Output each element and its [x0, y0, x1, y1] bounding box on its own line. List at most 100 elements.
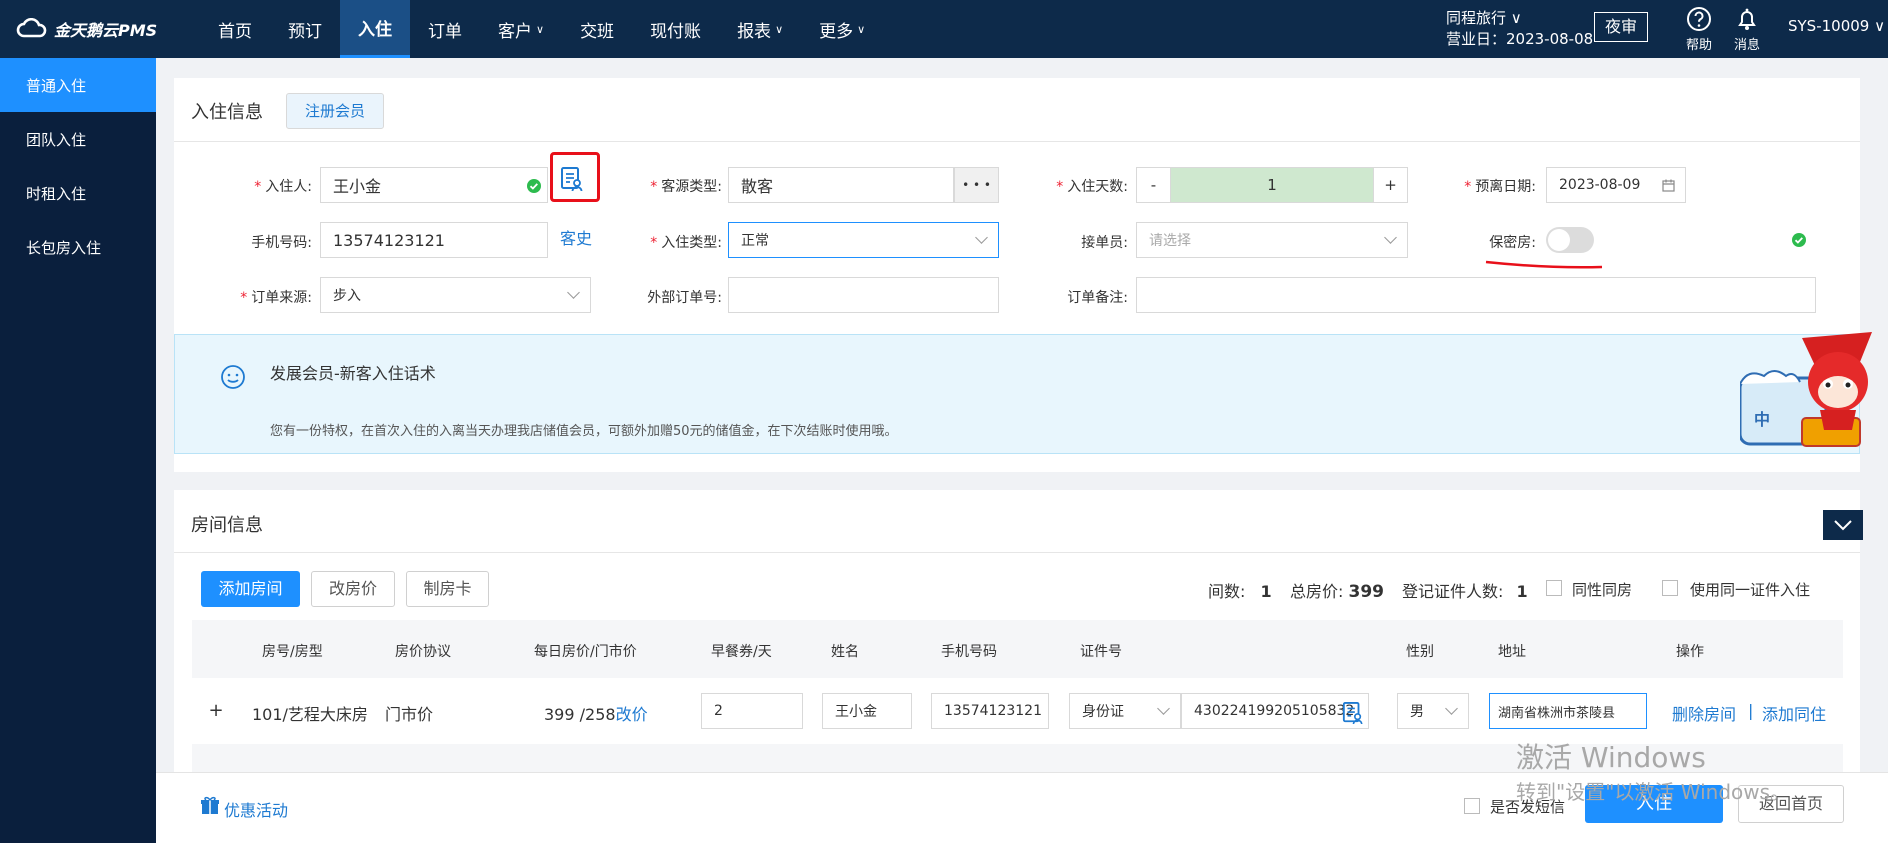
messages-label: 消息	[1733, 38, 1760, 53]
nav-reports[interactable]: 报表 ∨	[719, 0, 801, 58]
days-value[interactable]: 1	[1171, 168, 1373, 202]
guest-name-cell-value: 王小金	[835, 704, 877, 720]
change-price-link[interactable]: 改价	[616, 705, 648, 724]
secret-room-label: 保密房:	[1489, 235, 1536, 251]
total-price-label: 总房价:	[1290, 582, 1344, 601]
sidebar-item-normal-checkin[interactable]: 普通入住	[0, 58, 156, 112]
nav-reservation[interactable]: 预订	[270, 0, 340, 58]
sidebar-item-long-term-checkin[interactable]: 长包房入住	[0, 220, 156, 274]
send-sms-checkbox[interactable]	[1464, 798, 1480, 814]
make-card-button[interactable]: 制房卡	[406, 571, 489, 607]
guest-history-link[interactable]: 客史	[560, 225, 592, 249]
external-order-input[interactable]	[728, 277, 999, 313]
smile-icon	[221, 365, 245, 389]
messages-button[interactable]: 消息	[1725, 4, 1769, 53]
rooms-count: 间数: 1	[1208, 578, 1272, 602]
nav-home[interactable]: 首页	[200, 0, 270, 58]
same-id-checkbox[interactable]	[1662, 580, 1678, 596]
secret-room-toggle[interactable]	[1546, 227, 1594, 253]
nav-label: 入住	[358, 20, 392, 40]
price-value: 399 /258	[544, 705, 616, 724]
rooms-count-label: 间数:	[1208, 582, 1246, 601]
nav-more[interactable]: 更多 ∨	[801, 0, 883, 58]
id-card-reader-icon[interactable]	[1342, 701, 1364, 725]
receptionist-label: 接单员:	[1081, 235, 1128, 251]
receptionist-placeholder: 请选择	[1149, 233, 1191, 249]
order-source-select[interactable]: 步入	[320, 277, 591, 313]
nav-label: 首页	[218, 21, 252, 42]
nav-cash-account[interactable]: 现付账	[632, 0, 719, 58]
top-bar: 金天鹅云PMS 首页 预订 入住 订单 客户 ∨ 交班 现付账 报表 ∨ 更多 ∨ 同…	[0, 0, 1888, 58]
guest-name-cell-input[interactable]: 王小金	[822, 693, 912, 729]
nav-orders[interactable]: 订单	[410, 0, 480, 58]
checkin-type-select[interactable]: 正常	[728, 222, 999, 258]
source-type-input[interactable]: 散客	[728, 167, 954, 203]
chevron-down-icon	[975, 231, 988, 244]
order-note-label: 订单备注:	[1067, 290, 1128, 306]
guest-name-input[interactable]: 王小金	[320, 167, 548, 203]
column-header: 早餐券/天	[711, 644, 772, 660]
address-input[interactable]: 湖南省株洲市茶陵县	[1489, 693, 1647, 729]
nav-label: 预订	[288, 21, 322, 42]
business-day: 营业日：2023-08-08	[1446, 30, 1594, 48]
register-member-button[interactable]: 注册会员	[286, 93, 384, 129]
column-header: 地址	[1498, 644, 1526, 660]
nav-shift[interactable]: 交班	[562, 0, 632, 58]
expand-row-button[interactable]: +	[206, 700, 226, 721]
days-minus-button[interactable]: -	[1137, 168, 1171, 202]
promotions-link[interactable]: 优惠活动	[224, 797, 288, 821]
add-cohabitant-link[interactable]: 添加同住	[1762, 701, 1826, 725]
id-card-reader-icon[interactable]	[560, 166, 584, 192]
mascot-widget[interactable]: 中	[1738, 326, 1880, 450]
checkin-type-value: 正常	[741, 233, 769, 249]
user-menu[interactable]: SYS-10009 ∨	[1788, 17, 1885, 35]
rooms-title: 房间信息	[191, 515, 263, 536]
phone-cell-input[interactable]: 13574123121	[931, 693, 1049, 729]
departure-date-input[interactable]: 2023-08-09	[1546, 167, 1686, 203]
nav-checkin[interactable]: 入住	[340, 0, 410, 58]
delete-room-link[interactable]: 删除房间	[1672, 701, 1736, 725]
rooms-count-value: 1	[1260, 582, 1272, 601]
add-room-button[interactable]: 添加房间	[201, 571, 300, 607]
id-type-select[interactable]: 身份证	[1069, 693, 1181, 729]
change-price-button[interactable]: 改房价	[311, 571, 395, 607]
same-id-label: 使用同一证件入住	[1690, 581, 1811, 599]
source-type-label: * 客源类型:	[650, 179, 722, 195]
annotation-red-underline	[1485, 260, 1603, 269]
chevron-down-icon	[1834, 520, 1852, 531]
hotel-info[interactable]: 同程旅行 ∨ 营业日：2023-08-08	[1446, 8, 1593, 50]
night-audit-button[interactable]: 夜审	[1594, 12, 1648, 42]
sidebar-item-group-checkin[interactable]: 团队入住	[0, 112, 156, 166]
help-button[interactable]: 帮助	[1677, 4, 1721, 53]
receptionist-select[interactable]: 请选择	[1136, 222, 1408, 258]
address-value: 湖南省株洲市茶陵县	[1498, 705, 1616, 721]
more-options-button[interactable]: • • •	[954, 167, 999, 203]
collapse-button[interactable]	[1823, 510, 1863, 540]
registered-count-value: 1	[1516, 582, 1528, 601]
agreement-cell: 门市价	[385, 705, 434, 724]
fox-mascot-icon	[1738, 332, 1872, 447]
phone-label: 手机号码:	[251, 235, 312, 251]
breakfast-input[interactable]: 2	[701, 693, 803, 729]
guest-label: * 入住人:	[254, 179, 312, 195]
nav-label: 更多	[819, 21, 854, 42]
gender-select[interactable]: 男	[1397, 693, 1469, 729]
id-number-input[interactable]: 430224199205105832	[1181, 693, 1369, 729]
sidebar-item-hourly-checkin[interactable]: 时租入住	[0, 166, 156, 220]
phone-input[interactable]: 13574123121	[320, 222, 548, 258]
id-type-value: 身份证	[1082, 704, 1124, 720]
stay-days-label: * 入住天数:	[1056, 179, 1128, 195]
price-cell: 399 /258改价	[544, 701, 648, 725]
app-logo[interactable]: 金天鹅云PMS	[16, 14, 157, 44]
id-number-value: 430224199205105832	[1194, 703, 1355, 719]
days-plus-button[interactable]: +	[1373, 168, 1407, 202]
hotel-selector[interactable]: 同程旅行 ∨	[1446, 8, 1593, 29]
order-note-input[interactable]	[1136, 277, 1816, 313]
sidebar: 普通入住 团队入住 时租入住 长包房入住	[0, 58, 156, 843]
guest-name-value: 王小金	[333, 177, 382, 196]
windows-watermark-title: 激活 Windows	[1516, 741, 1706, 774]
chevron-down-icon: ∨	[536, 22, 545, 36]
order-source-label: * 订单来源:	[240, 290, 312, 306]
same-sex-checkbox[interactable]	[1546, 580, 1562, 596]
nav-customers[interactable]: 客户 ∨	[480, 0, 562, 58]
